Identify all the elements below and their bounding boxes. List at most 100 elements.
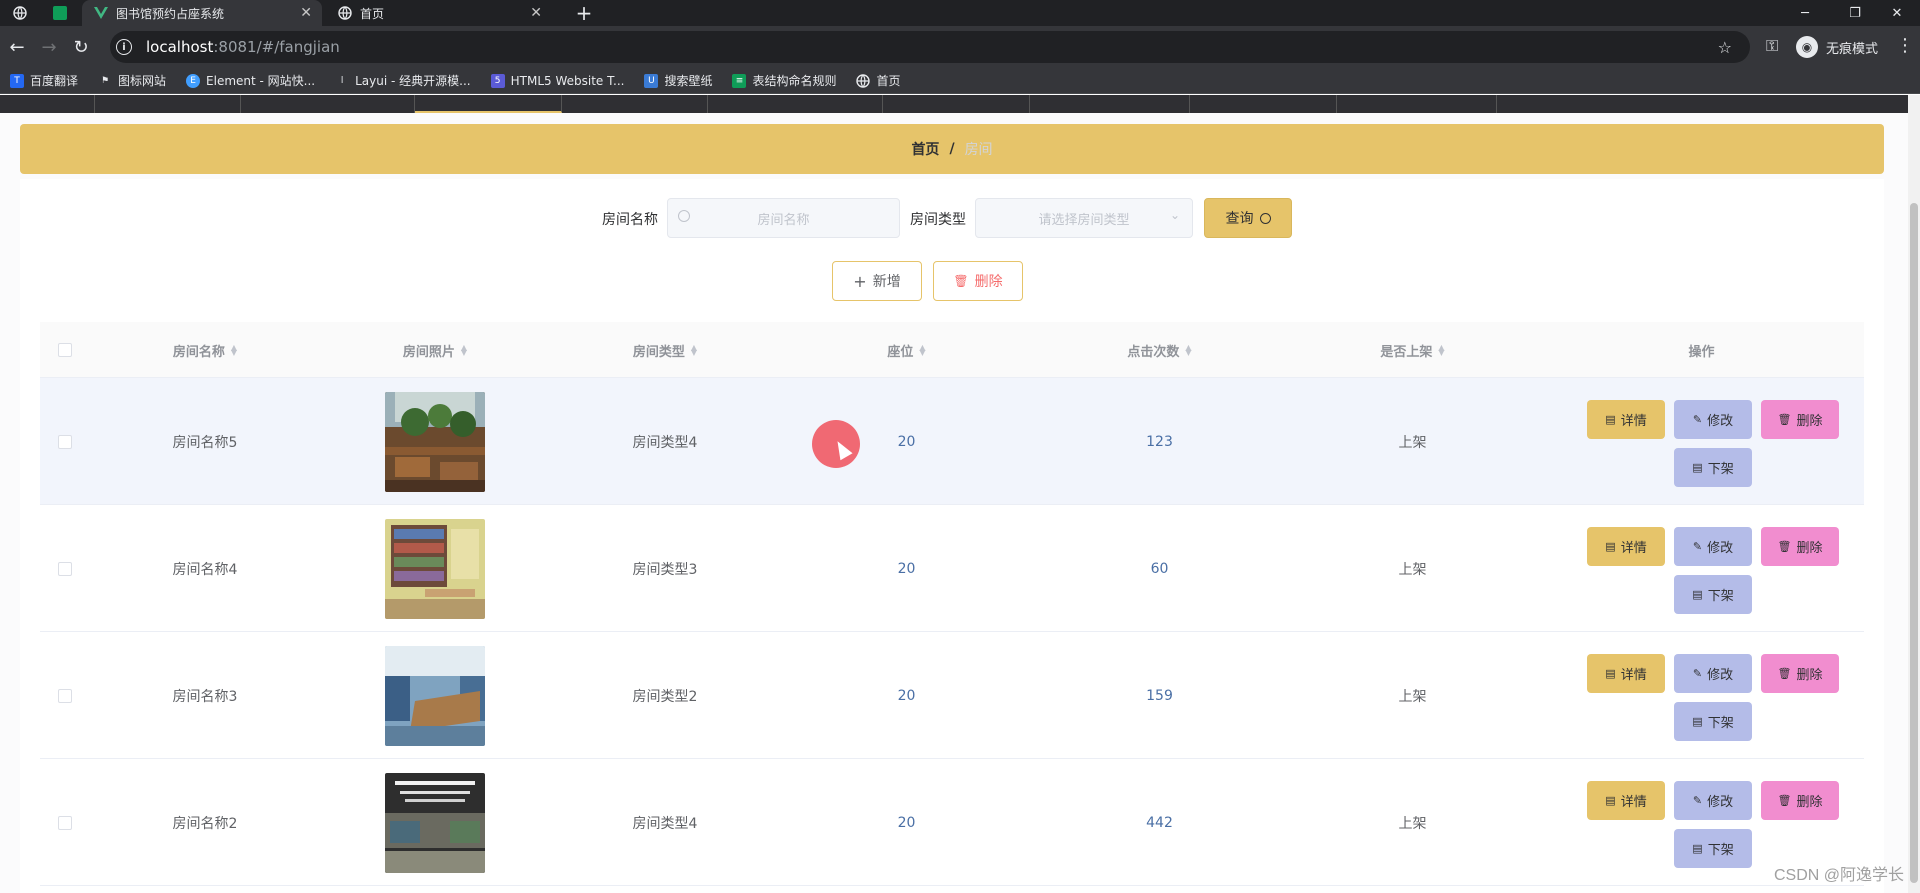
nav-item[interactable] [1337, 95, 1497, 113]
remove-button[interactable]: 🗑 删除 [1761, 527, 1839, 566]
bookmark-item[interactable]: ⚑ 图标网站 [98, 72, 166, 89]
restore-icon[interactable]: ❐ [1832, 0, 1878, 26]
sort-icon[interactable]: ▲ ▼ [1438, 344, 1444, 357]
col-room-photo[interactable]: 房间照片 ▲ ▼ [320, 322, 550, 378]
menu-icon[interactable]: ⋮ [1896, 35, 1914, 56]
edit-button[interactable]: ✎ 修改 [1674, 400, 1752, 439]
breadcrumb: 首页 / 房间 [20, 124, 1884, 174]
room-photo[interactable] [385, 772, 485, 873]
scrollbar-thumb[interactable] [1910, 203, 1918, 883]
remove-button[interactable]: 🗑 删除 [1761, 781, 1839, 820]
nav-item[interactable] [883, 95, 1030, 113]
table-row[interactable]: 房间名称2 房间类型4 20 442 上架 ▤ 详情 ✎ 修改 🗑 删除 ▤ 下架 [40, 759, 1864, 886]
remove-button[interactable]: 🗑 删除 [1761, 400, 1839, 439]
sort-icon[interactable]: ▲ ▼ [919, 344, 925, 357]
detail-button[interactable]: ▤ 详情 [1587, 400, 1665, 439]
select-all-checkbox[interactable] [40, 322, 90, 378]
col-seats[interactable]: 座位 ▲ ▼ [780, 322, 1033, 378]
back-icon[interactable]: ← [4, 34, 30, 60]
bookmark-item[interactable]: E Element - 网站快... [186, 72, 315, 89]
edit-button[interactable]: ✎ 修改 [1674, 527, 1752, 566]
nav-item[interactable] [562, 95, 708, 113]
nav-item[interactable] [1190, 95, 1337, 113]
unlist-button[interactable]: ▤ 下架 [1674, 702, 1752, 741]
room-photo[interactable] [385, 391, 485, 492]
globe-icon[interactable] [2, 0, 38, 26]
incognito-indicator[interactable]: ◉ 无痕模式 [1796, 33, 1878, 61]
globe-icon [856, 73, 871, 88]
table-row[interactable]: 房间名称5 房间类型4 20 123 上架 ▤ 详情 ✎ 修改 🗑 删除 ▤ 下架 [40, 378, 1864, 505]
bookmarks-bar: T 百度翻译 ⚑ 图标网站 E Element - 网站快... l Layui - 经… [0, 68, 1920, 94]
bookmark-item[interactable]: T 百度翻译 [10, 72, 78, 89]
unlist-button[interactable]: ▤ 下架 [1674, 575, 1752, 614]
info-icon[interactable]: i [116, 39, 132, 55]
table-row[interactable]: 房间名称3 房间类型2 20 159 上架 ▤ 详情 ✎ 修改 🗑 删除 ▤ 下架 [40, 632, 1864, 759]
nav-item-active[interactable] [415, 95, 562, 113]
col-room-name[interactable]: 房间名称 ▲ ▼ [90, 322, 320, 378]
nav-item[interactable] [708, 95, 883, 113]
new-tab-icon[interactable]: + [572, 0, 596, 26]
room-name-input[interactable]: 房间名称 [667, 198, 900, 238]
reload-icon[interactable]: ↻ [68, 34, 94, 60]
sort-icon[interactable]: ▲ ▼ [461, 344, 467, 357]
bookmark-star-icon[interactable]: ☆ [1718, 38, 1732, 57]
bookmark-item[interactable]: 首页 [856, 72, 901, 89]
unlist-button[interactable]: ▤ 下架 [1674, 829, 1752, 868]
document-icon: ▤ [1605, 540, 1616, 553]
room-name-cell: 房间名称3 [172, 688, 238, 705]
add-button[interactable]: + 新增 [832, 261, 922, 301]
row-checkbox[interactable] [40, 632, 90, 759]
nav-item[interactable] [1030, 95, 1190, 113]
col-room-type[interactable]: 房间类型 ▲ ▼ [550, 322, 780, 378]
delete-button[interactable]: 🗑 删除 [933, 261, 1023, 301]
detail-button[interactable]: ▤ 详情 [1587, 781, 1665, 820]
col-clicks[interactable]: 点击次数 ▲ ▼ [1033, 322, 1286, 378]
room-type-cell: 房间类型4 [632, 815, 698, 832]
table-row[interactable]: 房间名称4 房间类型3 20 60 上架 ▤ 详情 ✎ 修改 🗑 删除 ▤ 下架 [40, 505, 1864, 632]
remove-button[interactable]: 🗑 删除 [1761, 654, 1839, 693]
forward-icon[interactable]: → [36, 34, 62, 60]
col-status[interactable]: 是否上架 ▲ ▼ [1286, 322, 1539, 378]
search-icon [1259, 212, 1271, 224]
bookmark-item[interactable]: ≡ 表结构命名规则 [732, 72, 836, 89]
tab-home[interactable]: 首页 ✕ [326, 0, 552, 26]
key-icon[interactable]: ⚿ [1766, 36, 1778, 56]
row-checkbox[interactable] [40, 505, 90, 632]
browser-tab-bar: 图书馆预约占座系统 ✕ 首页 ✕ + ─ ❐ ✕ [0, 0, 1920, 26]
room-name-cell: 房间名称5 [172, 434, 238, 451]
bookmark-item[interactable]: l Layui - 经典开源模... [335, 72, 471, 89]
url-text[interactable]: localhost:8081/#/fangjian [146, 38, 340, 56]
browser-toolbar: ← → ↻ i localhost:8081/#/fangjian ☆ ⚿ ◉ … [0, 26, 1920, 68]
sheet-icon[interactable] [42, 0, 78, 26]
room-photo[interactable] [385, 518, 485, 619]
address-bar[interactable]: i localhost:8081/#/fangjian ☆ [110, 31, 1750, 63]
sort-icon[interactable]: ▲ ▼ [691, 344, 697, 357]
breadcrumb-home[interactable]: 首页 [911, 139, 939, 159]
nav-item[interactable] [241, 95, 415, 113]
clicks-cell: 442 [1146, 814, 1173, 831]
row-checkbox[interactable] [40, 378, 90, 505]
sort-icon[interactable]: ▲ ▼ [1185, 344, 1191, 357]
bookmark-item[interactable]: U 搜索壁纸 [644, 72, 712, 89]
page-scrollbar[interactable] [1908, 95, 1920, 893]
query-button[interactable]: 查询 [1204, 198, 1292, 238]
incognito-label: 无痕模式 [1826, 41, 1879, 57]
row-checkbox[interactable] [40, 759, 90, 886]
nav-item[interactable] [0, 95, 95, 113]
detail-button[interactable]: ▤ 详情 [1587, 654, 1665, 693]
breadcrumb-current: 房间 [964, 142, 993, 158]
unlist-button[interactable]: ▤ 下架 [1674, 448, 1752, 487]
room-type-select[interactable]: 请选择房间类型 ⌄ [975, 198, 1193, 238]
edit-button[interactable]: ✎ 修改 [1674, 654, 1752, 693]
tab-library-system[interactable]: 图书馆预约占座系统 ✕ [82, 0, 322, 26]
edit-button[interactable]: ✎ 修改 [1674, 781, 1752, 820]
window-close-icon[interactable]: ✕ [1874, 0, 1920, 26]
close-icon[interactable]: ✕ [300, 5, 312, 21]
bookmark-item[interactable]: 5 HTML5 Website T... [490, 73, 624, 88]
detail-button[interactable]: ▤ 详情 [1587, 527, 1665, 566]
room-photo[interactable] [385, 645, 485, 746]
minimize-icon[interactable]: ─ [1782, 0, 1828, 26]
nav-item[interactable] [95, 95, 241, 113]
sort-icon[interactable]: ▲ ▼ [231, 344, 237, 357]
close-icon[interactable]: ✕ [530, 5, 542, 21]
